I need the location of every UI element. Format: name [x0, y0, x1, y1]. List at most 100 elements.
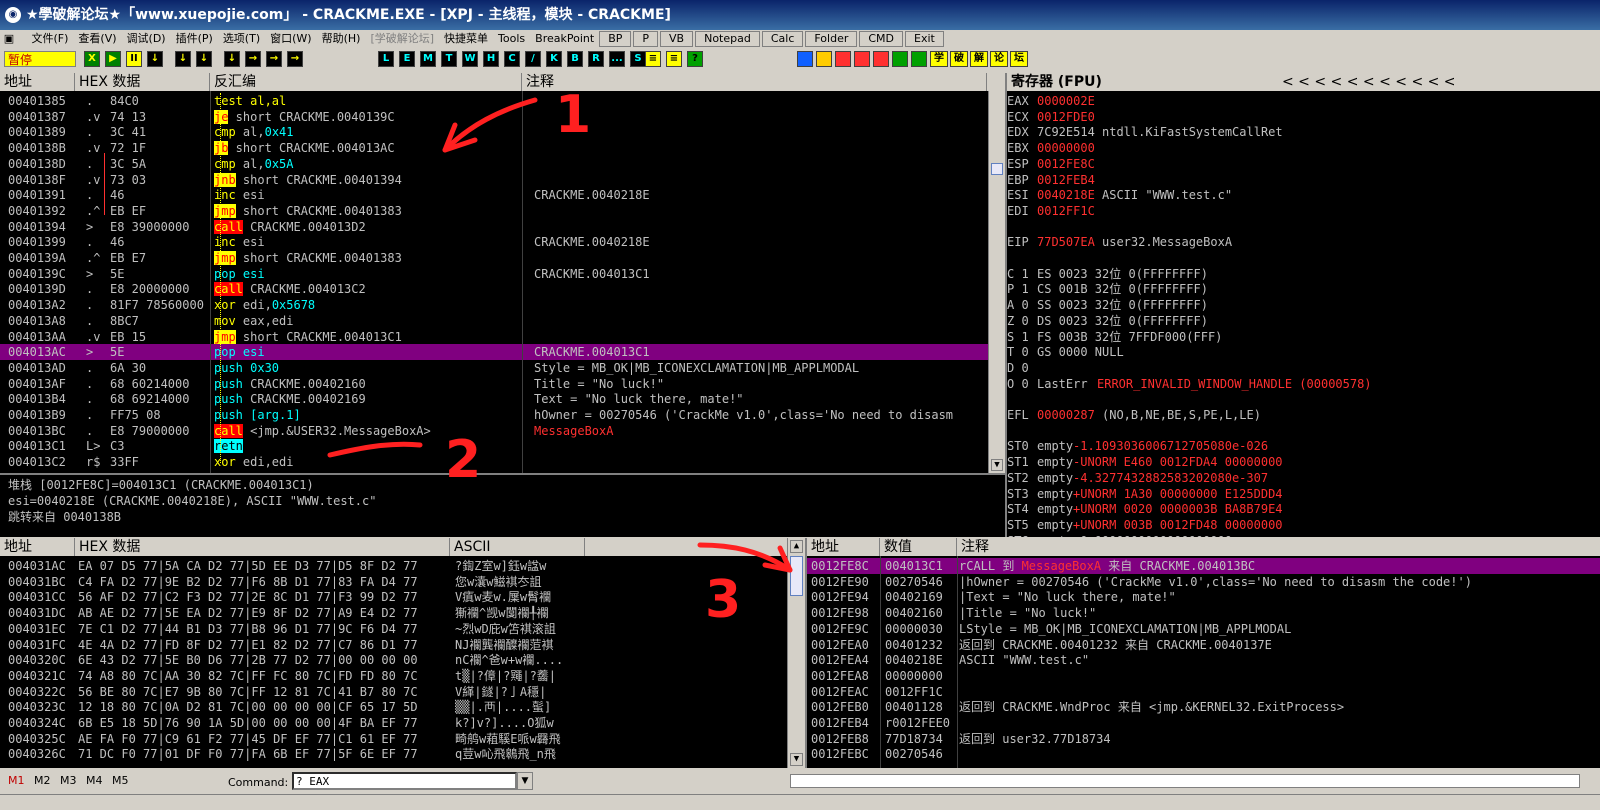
register-row[interactable]: EFL 00000287 (NO,B,NE,BE,S,PE,L,LE)	[1007, 407, 1600, 423]
toolbar-view-button[interactable]: M	[420, 51, 436, 67]
disasm-row[interactable]: 004013BC. E8 79000000 call <jmp.&USER32.M…	[0, 423, 988, 439]
toolbar-view-button[interactable]: R	[588, 51, 604, 67]
register-row[interactable]: ST1 empty -UNORM E460 0012FDA4 00000000	[1007, 454, 1600, 470]
toolbar-tool-icon[interactable]	[797, 51, 813, 67]
toolbar-list-icon[interactable]: ≡	[666, 51, 682, 67]
menu-item[interactable]: Folder	[805, 31, 858, 47]
register-row[interactable]: ST5 empty +UNORM 003B 0012FD48 00000000	[1007, 517, 1600, 533]
toolbar-view-button[interactable]: W	[462, 51, 478, 67]
stack-row[interactable]: 0012FE94 00402169 |Text = "No luck there, …	[807, 589, 1600, 605]
menu-item[interactable]: P	[633, 31, 659, 47]
stack-row[interactable]: 0012FEB8 77D18734 返回到 user32.77D18734	[807, 731, 1600, 747]
dump-row[interactable]: 0040322C 56 BE 80 7C|E7 9B 80 7C|FF 12 81…	[0, 684, 785, 700]
stack-row[interactable]: 0012FEAC 0012FF1C	[807, 684, 1600, 700]
register-row[interactable]: ESI 0040218E ASCII "WWW.test.c"	[1007, 187, 1600, 203]
register-row[interactable]	[1007, 219, 1600, 235]
toolbar-forum-button[interactable]: 解	[970, 51, 988, 67]
stack-row[interactable]: 0012FEB0 00401128 返回到 CRACKME.WndProc 来自 <…	[807, 699, 1600, 715]
disasm-row[interactable]: 004013B4. 68 69214000 push CRACKME.004021…	[0, 391, 988, 407]
col-hex[interactable]: HEX 数据	[75, 73, 210, 91]
disasm-row[interactable]: 004013AC > 5E pop esi CRACKME.004013C1	[0, 344, 988, 361]
dump-scrollbar[interactable]: ▲ ▼	[787, 538, 805, 768]
register-row[interactable]: ST4 empty +UNORM 0020 0000003B BA8B79E4	[1007, 501, 1600, 517]
stack-row[interactable]: 0012FEA8 00000000	[807, 668, 1600, 684]
toolbar-tool-icon[interactable]	[835, 51, 851, 67]
disasm-row[interactable]: 004013C1 L> C3 retn	[0, 438, 988, 454]
register-row[interactable]: A 0 SS 0023 32位 0(FFFFFFFF)	[1007, 297, 1600, 313]
toolbar-tool-icon[interactable]	[873, 51, 889, 67]
toolbar-view-button[interactable]: E	[399, 51, 415, 67]
mark-button[interactable]: M4	[86, 774, 112, 787]
register-row[interactable]: EIP 77D507EA user32.MessageBoxA	[1007, 234, 1600, 250]
register-row[interactable]: EBP 0012FEB4	[1007, 172, 1600, 188]
command-dropdown[interactable]: ▼	[517, 772, 533, 790]
dump-row[interactable]: 0040324C 6B E5 18 5D|76 90 1A 5D|00 00 00…	[0, 715, 785, 731]
dump-col-hex[interactable]: HEX 数据	[75, 538, 450, 556]
col-disasm[interactable]: 反汇编	[210, 73, 522, 91]
toolbar-view-button[interactable]: /	[525, 51, 541, 67]
register-row[interactable]	[1007, 391, 1600, 407]
register-row[interactable]: ST3 empty +UNORM 1A30 00000000 E125DDD4	[1007, 486, 1600, 502]
register-row[interactable]: T 0 GS 0000 NULL	[1007, 344, 1600, 360]
dump-row[interactable]: 004031DC AB AE D2 77|5E EA D2 77|E9 8F D2…	[0, 605, 785, 621]
stack-row[interactable]: 0012FEBC 00270546	[807, 746, 1600, 762]
mark-button[interactable]: M1	[8, 774, 34, 787]
register-row[interactable]: D 0	[1007, 360, 1600, 376]
menu-icon[interactable]: ▣	[0, 30, 18, 48]
stack-row[interactable]: 0012FEA0 00401232 返回到 CRACKME.00401232 来自 …	[807, 637, 1600, 653]
dump-row[interactable]: 004031AC EA 07 D5 77|5A CA D2 77|5D EE D3…	[0, 558, 785, 574]
command-hscroll[interactable]	[790, 774, 1580, 788]
disasm-row[interactable]: 0040138B .v 72 1F jb short CRACKME.004013AC	[0, 140, 988, 156]
toolbar-list-icon[interactable]: ?	[687, 51, 703, 67]
toolbar-forum-button[interactable]: 论	[990, 51, 1008, 67]
disasm-row[interactable]: 004013A8. 8BC7 mov eax,edi	[0, 313, 988, 329]
toolbar-debug-button[interactable]: II	[126, 51, 142, 67]
toolbar-debug-button[interactable]: ▶	[105, 51, 121, 67]
register-row[interactable]	[1007, 250, 1600, 266]
disassembly-scrollbar[interactable]: ▼	[988, 91, 1005, 473]
disasm-row[interactable]: 0040139C > 5E pop esi CRACKME.004013C1	[0, 266, 988, 282]
register-row[interactable]: Z 0 DS 0023 32位 0(FFFFFFFF)	[1007, 313, 1600, 329]
registers-panel[interactable]: 寄存器 (FPU) < < < < < < < < < < < EAX 000000…	[1005, 73, 1600, 537]
disasm-row[interactable]: 0040139D. E8 20000000 call CRACKME.004013…	[0, 281, 988, 297]
toolbar-debug-button[interactable]: ↓	[224, 51, 240, 67]
menu-item[interactable]: 窗口(W)	[265, 30, 316, 48]
toolbar-view-button[interactable]: B	[567, 51, 583, 67]
register-row[interactable]: EDI 0012FF1C	[1007, 203, 1600, 219]
toolbar-debug-button[interactable]: X	[84, 51, 100, 67]
register-row[interactable]: O 0 LastErr ERROR_INVALID_WINDOW_HANDLE (0…	[1007, 376, 1600, 392]
disasm-row[interactable]: 004013AF. 68 60214000 push CRACKME.004021…	[0, 376, 988, 392]
mark-button[interactable]: M5	[112, 774, 138, 787]
menu-item[interactable]: 快捷菜单	[439, 30, 493, 48]
toolbar-list-icon[interactable]: ≡	[645, 51, 661, 67]
menu-item[interactable]: 文件(F)	[27, 30, 74, 48]
disasm-row[interactable]: 004013AD. 6A 30 push 0x30 Style = MB_OK|MB…	[0, 360, 988, 376]
toolbar-view-button[interactable]: L	[378, 51, 394, 67]
disasm-row[interactable]: 00401389. 3C 41 cmp al,0x41	[0, 124, 988, 140]
disassembly-panel[interactable]: 地址 HEX 数据 反汇编 注释 00401385. 84C0 test al,a…	[0, 73, 1005, 473]
register-row[interactable]: C 1 ES 0023 32位 0(FFFFFFFF)	[1007, 266, 1600, 282]
dump-row[interactable]: 004031CC 56 AF D2 77|C2 F3 D2 77|2E 8C D1…	[0, 589, 785, 605]
dump-row[interactable]: 004031EC 7E C1 D2 77|44 B1 D3 77|B8 96 D1…	[0, 621, 785, 637]
disasm-row[interactable]: 00401394 > E8 39000000 call CRACKME.004013…	[0, 219, 988, 235]
stack-panel[interactable]: 地址 数值 注释 0012FE8C 004013C1 rCALL 到 Message…	[805, 538, 1600, 768]
toolbar-debug-button[interactable]: ↓	[175, 51, 191, 67]
dump-row[interactable]: 0040320C 6E 43 D2 77|5E B0 D6 77|2B 77 D2…	[0, 652, 785, 668]
dump-col-ascii[interactable]: ASCII	[450, 538, 585, 556]
stack-col-address[interactable]: 地址	[807, 538, 880, 556]
stack-col-comment[interactable]: 注释	[957, 538, 1582, 556]
register-row[interactable]: EDX 7C92E514 ntdll.KiFastSystemCallRet	[1007, 124, 1600, 140]
disasm-row[interactable]: 004013C2 r$ 33FF xor edi,edi	[0, 454, 988, 470]
register-row[interactable]: EBX 00000000	[1007, 140, 1600, 156]
toolbar-forum-button[interactable]: 坛	[1010, 51, 1028, 67]
stack-col-value[interactable]: 数值	[880, 538, 957, 556]
toolbar-tool-icon[interactable]	[854, 51, 870, 67]
disasm-row[interactable]: 0040138D. 3C 5A cmp al,0x5A	[0, 156, 988, 172]
dump-row[interactable]: 004031BC C4 FA D2 77|9E B2 D2 77|F6 8B D1…	[0, 574, 785, 590]
disasm-row[interactable]: 00401391. 46 inc esi CRACKME.0040218E	[0, 187, 988, 203]
toolbar-tool-icon[interactable]	[892, 51, 908, 67]
dump-row[interactable]: 0040326C 71 DC F0 77|01 DF F0 77|FA 6B EF…	[0, 746, 785, 762]
register-row[interactable]: EAX 0000002E	[1007, 93, 1600, 109]
toolbar-view-button[interactable]: S	[630, 51, 646, 67]
menu-item[interactable]: VB	[660, 31, 694, 47]
